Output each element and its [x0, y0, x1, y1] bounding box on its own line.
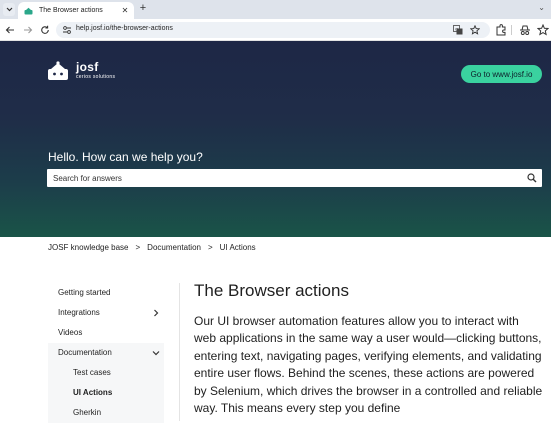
breadcrumb-item-knowledge-base[interactable]: JOSF knowledge base: [48, 243, 129, 252]
sidebar-item-label: Integrations: [58, 308, 100, 317]
sidebar-item-label: Getting started: [58, 288, 111, 297]
breadcrumb-item-documentation[interactable]: Documentation: [147, 243, 201, 252]
address-bar[interactable]: help.josf.io/the-browser-actions G: [56, 22, 490, 38]
chevron-right-icon[interactable]: [152, 309, 160, 317]
breadcrumb-separator: >: [135, 243, 141, 252]
sidebar-item-label: Test cases: [73, 368, 111, 377]
breadcrumb-item-ui-actions[interactable]: UI Actions: [220, 243, 256, 252]
browser-toolbar: help.josf.io/the-browser-actions G: [0, 19, 551, 41]
new-tab-icon[interactable]: +: [137, 3, 149, 15]
breadcrumb-separator: >: [207, 243, 213, 252]
josf-logo-icon: [48, 61, 68, 80]
sidebar-item-label: Gherkin: [73, 408, 102, 417]
tab-strip: The Browser actions ✕ + ⌄: [0, 0, 551, 19]
forward-arrow-icon[interactable]: [22, 24, 34, 36]
extensions-icon[interactable]: [495, 24, 507, 36]
sidebar-item-gherkin[interactable]: Gherkin: [48, 403, 164, 423]
page-title: The Browser actions: [194, 281, 349, 300]
toolbar-separator: [511, 25, 512, 35]
logo-tagline: cerios solutions: [76, 74, 116, 80]
sidebar-item-label: Documentation: [58, 348, 112, 357]
search-input[interactable]: [53, 169, 523, 187]
translate-icon[interactable]: G: [453, 25, 463, 35]
hero-banner: josf cerios solutions Go to www.josf.io …: [0, 41, 551, 237]
site-info-icon[interactable]: [62, 25, 72, 35]
sidebar-item-getting-started[interactable]: Getting started: [48, 283, 164, 303]
sidebar-item-ui-actions[interactable]: UI Actions: [48, 383, 164, 403]
sidebar-item-videos[interactable]: Videos: [48, 323, 164, 343]
incognito-icon[interactable]: [519, 24, 531, 36]
sidebar-item-label: Videos: [58, 328, 83, 337]
hero-heading: Hello. How can we help you?: [48, 150, 203, 164]
logo-name: josf: [76, 60, 99, 74]
bookmark-star-icon[interactable]: [470, 25, 480, 35]
search-icon[interactable]: [527, 173, 537, 183]
tab-title: The Browser actions: [39, 7, 103, 14]
sidebar-item-integrations[interactable]: Integrations: [48, 303, 164, 323]
tab-close-icon[interactable]: ✕: [120, 6, 130, 15]
back-arrow-icon[interactable]: [4, 24, 16, 36]
chevron-down-icon[interactable]: ⌄: [538, 3, 545, 12]
josf-favicon-icon: [24, 7, 33, 15]
browser-tab[interactable]: The Browser actions ✕: [18, 2, 134, 19]
reload-icon[interactable]: [39, 24, 51, 36]
search-box: [47, 169, 542, 187]
bookmark-star-icon[interactable]: [537, 24, 549, 36]
josf-logo[interactable]: josf cerios solutions: [47, 61, 115, 81]
sidebar-item-documentation[interactable]: Documentation: [48, 343, 164, 363]
go-to-josf-button[interactable]: Go to www.josf.io: [461, 65, 542, 83]
sidebar-item-label: UI Actions: [73, 388, 113, 397]
chevron-down-icon[interactable]: [152, 349, 160, 357]
tab-search-button[interactable]: [3, 3, 15, 16]
sidebar-item-test-cases[interactable]: Test cases: [48, 363, 164, 383]
chevron-down-icon: [6, 7, 12, 12]
svg-text:G: G: [455, 27, 458, 32]
breadcrumb: JOSF knowledge base > Documentation > UI…: [48, 243, 256, 252]
article-body: Our UI browser automation features allow…: [194, 314, 543, 416]
url-text[interactable]: help.josf.io/the-browser-actions: [76, 25, 173, 32]
content-divider: [179, 283, 180, 421]
sidebar-nav: Getting started Integrations Videos Docu…: [48, 283, 164, 423]
